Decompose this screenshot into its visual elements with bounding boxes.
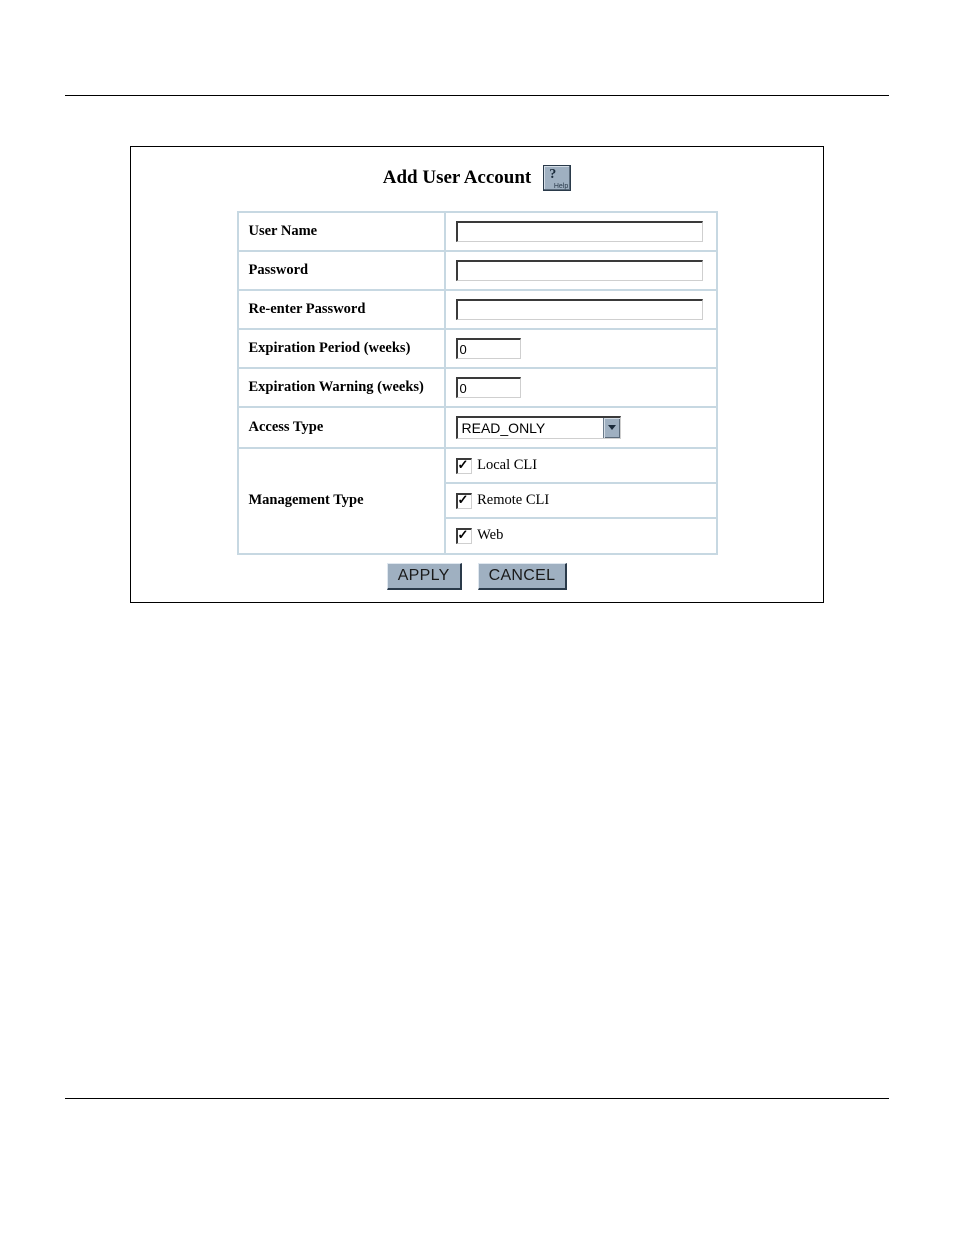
cancel-button[interactable]: CANCEL bbox=[478, 563, 568, 590]
label-expiration-period: Expiration Period (weeks) bbox=[238, 329, 445, 368]
checkbox-web[interactable] bbox=[456, 528, 472, 544]
page-title: Add User Account bbox=[383, 167, 532, 188]
bottom-rule bbox=[65, 1098, 889, 1099]
expiration-warning-input[interactable] bbox=[456, 377, 521, 398]
checkbox-local-cli[interactable] bbox=[456, 458, 472, 474]
label-management-type: Management Type bbox=[238, 448, 445, 554]
help-icon[interactable]: ? Help bbox=[543, 165, 571, 191]
label-expiration-warning: Expiration Warning (weeks) bbox=[238, 368, 445, 407]
checkbox-label-web: Web bbox=[477, 528, 503, 544]
checkbox-label-remote-cli: Remote CLI bbox=[477, 492, 549, 508]
label-reenter-password: Re-enter Password bbox=[238, 290, 445, 329]
chevron-down-icon bbox=[603, 418, 620, 438]
top-rule bbox=[65, 95, 889, 96]
reenter-password-input[interactable] bbox=[456, 299, 703, 320]
access-type-value: READ_ONLY bbox=[458, 418, 603, 438]
label-password: Password bbox=[238, 251, 445, 290]
access-type-select[interactable]: READ_ONLY bbox=[456, 416, 621, 439]
label-access-type: Access Type bbox=[238, 407, 445, 448]
add-user-panel: Add User Account ? Help User Name Passwo… bbox=[130, 146, 824, 603]
password-input[interactable] bbox=[456, 260, 703, 281]
expiration-period-input[interactable] bbox=[456, 338, 521, 359]
label-user-name: User Name bbox=[238, 212, 445, 251]
checkbox-remote-cli[interactable] bbox=[456, 493, 472, 509]
user-name-input[interactable] bbox=[456, 221, 703, 242]
user-form-table: User Name Password Re-enter Password Exp… bbox=[237, 211, 718, 555]
apply-button[interactable]: APPLY bbox=[387, 563, 462, 590]
checkbox-label-local-cli: Local CLI bbox=[477, 457, 537, 473]
